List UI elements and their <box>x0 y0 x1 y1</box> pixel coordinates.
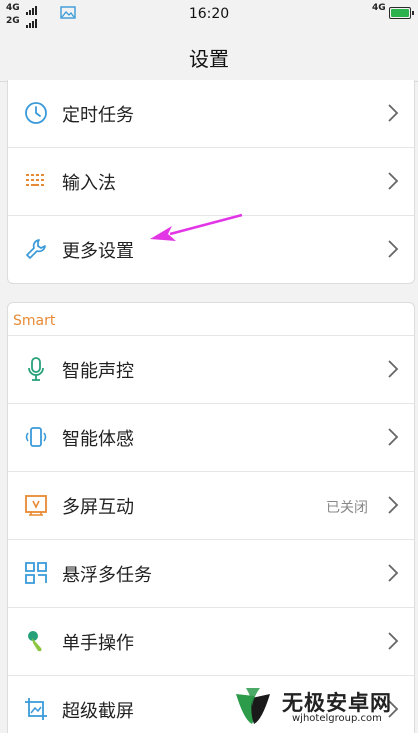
watermark-url: wjhotelgroup.com <box>292 713 382 724</box>
settings-item-label: 智能体感 <box>62 429 134 450</box>
settings-item-motion-sensing[interactable]: 智能体感 <box>8 404 414 472</box>
chevron-right-icon <box>388 172 399 190</box>
chevron-right-icon <box>388 428 399 446</box>
chevron-right-icon <box>388 632 399 650</box>
settings-item-one-hand-mode[interactable]: 单手操作 <box>8 608 414 676</box>
clock: 16:20 <box>188 6 230 22</box>
settings-item-label: 悬浮多任务 <box>62 565 152 586</box>
chevron-right-icon <box>388 104 399 122</box>
battery-icon <box>389 7 414 19</box>
settings-item-input-method[interactable]: 输入法 <box>8 148 414 216</box>
settings-group-general: 定时任务 输入法 更多设置 <box>7 80 415 284</box>
settings-item-scheduled-tasks[interactable]: 定时任务 <box>8 80 414 148</box>
settings-item-floating-multitask[interactable]: 悬浮多任务 <box>8 540 414 608</box>
annotation-arrow-icon <box>150 213 243 241</box>
settings-item-voice-control[interactable]: 智能声控 <box>8 336 414 404</box>
page-title: 设置 <box>189 47 229 71</box>
settings-group-smart: Smart 智能声控 智能体感 多屏互动 已关闭 悬浮多任务 单手操作 超级截屏 <box>7 302 415 733</box>
settings-item-label: 智能声控 <box>62 361 134 382</box>
keyboard-icon <box>26 174 44 186</box>
screenshot-icon <box>25 698 47 720</box>
chevron-right-icon <box>388 496 399 514</box>
watermark: 无极安卓网 wjhotelgroup.com <box>226 682 416 730</box>
chevron-right-icon <box>388 564 399 582</box>
settings-item-label: 单手操作 <box>62 633 134 654</box>
wrench-icon <box>26 239 46 259</box>
watermark-logo-icon <box>236 688 270 724</box>
chevron-right-icon <box>388 360 399 378</box>
network-type: 4G <box>372 3 386 13</box>
settings-item-label: 更多设置 <box>62 241 134 262</box>
settings-item-label: 定时任务 <box>62 105 134 126</box>
settings-item-multiscreen[interactable]: 多屏互动 已关闭 <box>8 472 414 540</box>
status-text: 已关闭 <box>326 500 368 516</box>
one-hand-icon <box>28 631 42 652</box>
settings-item-label: 多屏互动 <box>62 497 134 518</box>
chevron-right-icon <box>388 240 399 258</box>
multiscreen-icon <box>25 495 47 516</box>
settings-item-label: 超级截屏 <box>62 701 134 722</box>
section-title: Smart <box>8 303 414 336</box>
app-header: 设置 <box>0 30 418 82</box>
status-bar: 4G 2G 16:20 4G <box>0 0 418 30</box>
microphone-icon <box>28 357 44 381</box>
floating-window-icon <box>25 562 47 584</box>
settings-item-label: 输入法 <box>62 173 116 194</box>
clock-icon <box>25 102 47 124</box>
phone-motion-icon <box>25 427 47 447</box>
